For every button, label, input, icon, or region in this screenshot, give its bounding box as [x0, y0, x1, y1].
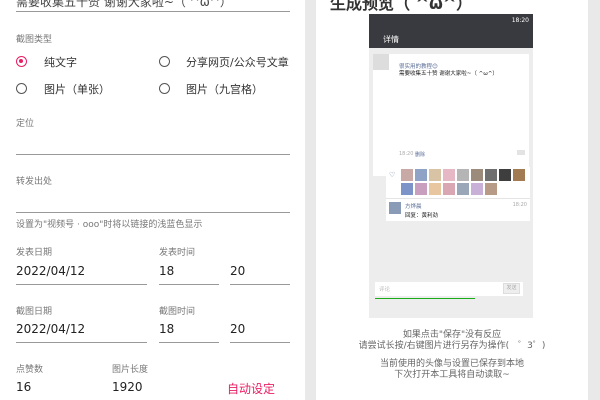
liker-avatar: [401, 169, 413, 181]
screenshot-date-underline: [16, 342, 147, 343]
auto-set-button[interactable]: 自动设定: [227, 380, 275, 397]
publish-date-underline: [16, 284, 147, 285]
publish-date-input[interactable]: 2022/04/12: [16, 264, 85, 278]
input-focus-line: [375, 298, 475, 299]
more-actions-icon[interactable]: [517, 150, 525, 155]
radio-share-link[interactable]: [159, 56, 170, 67]
liker-avatar: [499, 169, 511, 181]
liker-avatar: [457, 169, 469, 181]
liker-avatar: [443, 169, 455, 181]
post-text-underline: [16, 11, 290, 12]
footer-line-4: 下次打开本工具将自动读取~: [394, 370, 510, 380]
publish-date-label: 发表日期: [16, 248, 53, 258]
screenshot-hour-underline: [159, 342, 219, 343]
screenshot-time-label: 截图时间: [159, 307, 196, 317]
screenshot-date-label: 截图日期: [16, 307, 53, 317]
type-section-label: 截图类型: [16, 35, 53, 45]
preview-heading: 生成预览（ ^ω^）: [330, 0, 473, 13]
radio-text-only[interactable]: [16, 56, 27, 67]
liker-avatar: [401, 183, 413, 195]
forward-label: 转发出处: [16, 177, 53, 187]
radio-nine-grid[interactable]: [159, 83, 170, 94]
wechat-moments-preview[interactable]: 18:20 详情 很实用的教程😊 需要收集五十赞 谢谢大家啦~（ ^ω^） 18…: [369, 14, 533, 318]
screenshot-hour-input[interactable]: 18: [159, 322, 174, 336]
liker-avatar: [457, 183, 469, 195]
liker-avatar: [443, 183, 455, 195]
status-bar-time: 18:20: [511, 17, 529, 24]
comment-time: 18:20: [512, 202, 527, 208]
likes-and-comments: ♡ 方烨晨 回复：黄利劲 18:20: [386, 167, 530, 221]
radio-single-image[interactable]: [16, 83, 27, 94]
image-length-input[interactable]: 1920: [112, 380, 143, 394]
liker-avatar: [471, 169, 483, 181]
liker-avatar: [513, 169, 525, 181]
forward-hint: 设置为"视频号 · ooo"时将以链接的浅蓝色显示: [16, 220, 203, 230]
radio-nine-grid-label[interactable]: 图片（九宫格）: [186, 81, 263, 97]
settings-panel: 需要收集五十赞 谢谢大家啦~（ ^ω^） 截图类型 纯文字 分享网页/公众号文章…: [0, 0, 305, 400]
radio-text-only-label[interactable]: 纯文字: [44, 54, 77, 70]
delete-link[interactable]: 删除: [415, 151, 425, 158]
location-label: 定位: [16, 119, 35, 129]
liker-avatar: [415, 169, 427, 181]
likes-input[interactable]: 16: [16, 380, 31, 394]
commenter-avatar: [389, 202, 401, 214]
publish-hour-input[interactable]: 18: [159, 264, 174, 278]
liker-avatar: [485, 169, 497, 181]
wechat-nav-bar: 18:20 详情: [369, 14, 533, 48]
forward-underline: [16, 212, 290, 213]
screenshot-minute-input[interactable]: 20: [230, 322, 245, 336]
nav-title: 详情: [383, 35, 399, 44]
liker-avatar: [485, 183, 497, 195]
publish-time-label: 发表时间: [159, 248, 196, 258]
radio-single-image-label[interactable]: 图片（单张）: [44, 81, 110, 97]
post-card: 很实用的教程😊 需要收集五十赞 谢谢大家啦~（ ^ω^） 18:20 删除: [373, 54, 529, 176]
screenshot-minute-underline: [230, 342, 290, 343]
comment-name: 方烨晨: [405, 204, 422, 210]
post-time: 18:20: [399, 151, 414, 157]
publish-minute-underline: [230, 284, 290, 285]
publish-hour-underline: [159, 284, 219, 285]
post-text-field[interactable]: 需要收集五十赞 谢谢大家啦~（ ^ω^）: [16, 0, 232, 10]
image-length-label: 图片长度: [112, 365, 149, 375]
footer-line-2: 请尝试长按/右键图片进行另存为操作( ゜3゜): [358, 341, 546, 351]
comment-placeholder: 评论: [379, 287, 391, 293]
screenshot-date-input[interactable]: 2022/04/12: [16, 322, 85, 336]
comment-input[interactable]: 评论 发送: [375, 282, 523, 296]
location-underline: [16, 154, 290, 155]
likes-label: 点赞数: [16, 365, 44, 375]
post-line-2: 需要收集五十赞 谢谢大家啦~（ ^ω^）: [399, 71, 498, 77]
divider: [386, 198, 530, 199]
liker-avatar: [429, 183, 441, 195]
heart-icon: ♡: [389, 171, 396, 179]
liker-avatar: [415, 183, 427, 195]
comment-text: 回复：黄利劲: [405, 213, 439, 219]
radio-share-link-label[interactable]: 分享网页/公众号文章: [186, 54, 289, 70]
poster-avatar: [373, 54, 389, 70]
liker-avatar: [471, 183, 483, 195]
publish-minute-input[interactable]: 20: [230, 264, 245, 278]
liker-avatar: [429, 169, 441, 181]
send-button[interactable]: 发送: [503, 283, 520, 294]
